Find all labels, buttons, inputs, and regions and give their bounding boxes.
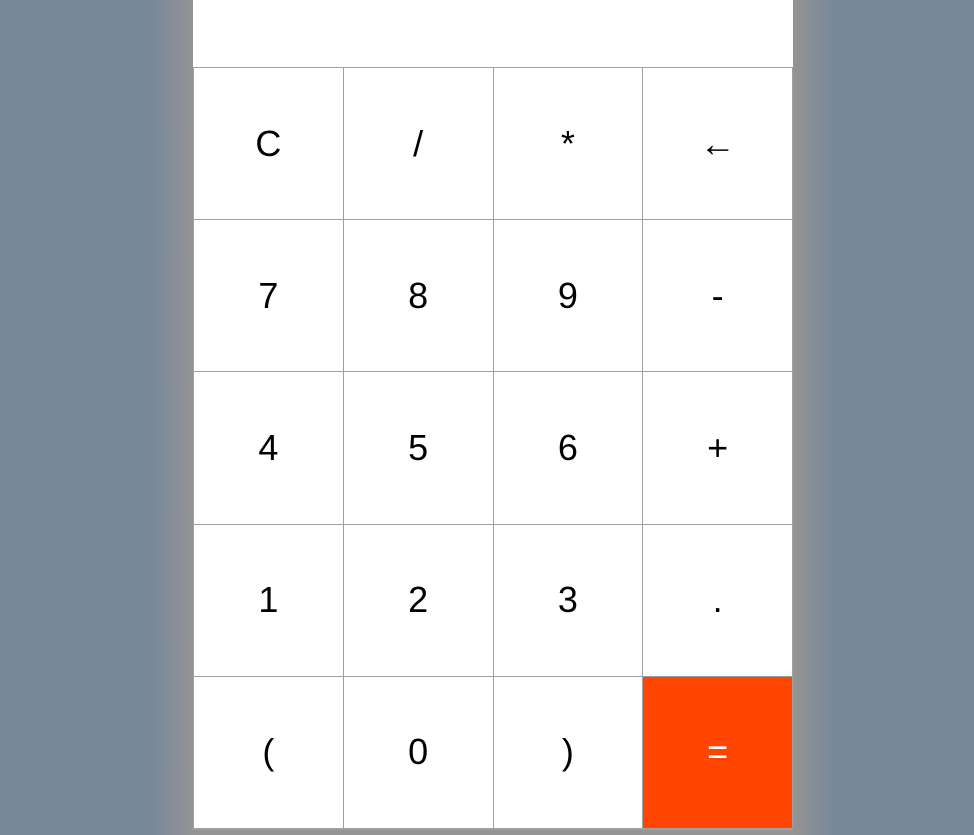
multiply-button[interactable]: * — [493, 68, 643, 220]
keypad: C / * ← 7 8 9 - 4 5 6 + 1 2 3 . ( 0 ) = — [193, 67, 793, 830]
open-paren-button[interactable]: ( — [194, 676, 343, 828]
digit-4-button[interactable]: 4 — [194, 372, 343, 524]
plus-button[interactable]: + — [643, 372, 792, 524]
digit-3-button[interactable]: 3 — [493, 524, 643, 676]
digit-2-button[interactable]: 2 — [343, 524, 493, 676]
minus-button[interactable]: - — [643, 220, 792, 372]
digit-1-button[interactable]: 1 — [194, 524, 343, 676]
decimal-point-button[interactable]: . — [643, 524, 792, 676]
digit-8-button[interactable]: 8 — [343, 220, 493, 372]
digit-9-button[interactable]: 9 — [493, 220, 643, 372]
digit-7-button[interactable]: 7 — [194, 220, 343, 372]
calculator-display[interactable] — [193, 0, 793, 67]
digit-5-button[interactable]: 5 — [343, 372, 493, 524]
calculator: C / * ← 7 8 9 - 4 5 6 + 1 2 3 . ( 0 ) = — [193, 0, 793, 830]
equals-button[interactable]: = — [643, 676, 792, 828]
digit-6-button[interactable]: 6 — [493, 372, 643, 524]
backspace-button[interactable]: ← — [643, 68, 792, 220]
close-paren-button[interactable]: ) — [493, 676, 643, 828]
digit-0-button[interactable]: 0 — [343, 676, 493, 828]
clear-button[interactable]: C — [194, 68, 343, 220]
divide-button[interactable]: / — [343, 68, 493, 220]
